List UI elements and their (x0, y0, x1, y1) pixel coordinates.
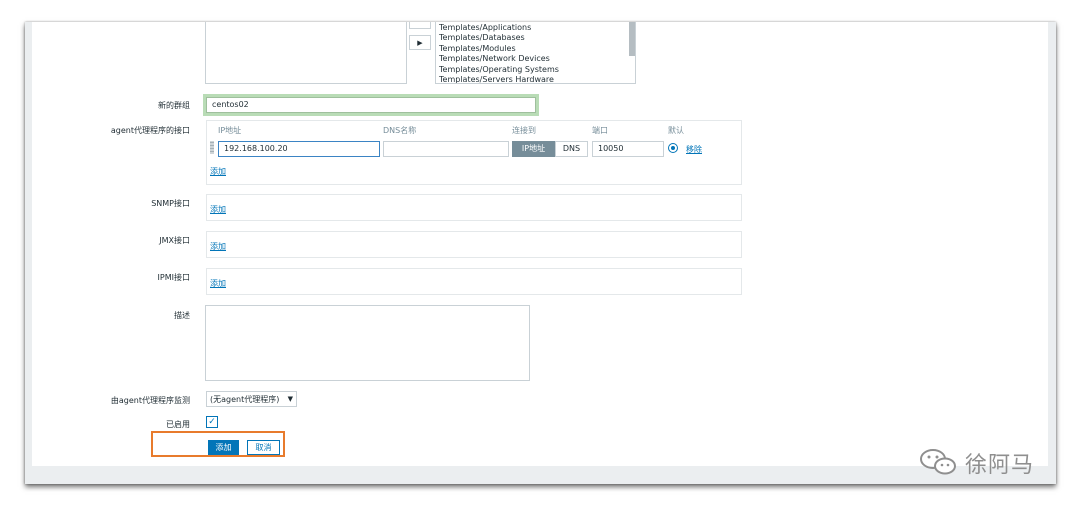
agent-add-link[interactable]: 添加 (210, 166, 226, 177)
proxy-select-value: (无agent代理程序) (210, 394, 280, 404)
host-form-panel: ▶ Templates/Applications Templates/Datab… (32, 22, 1048, 466)
snmp-add-link[interactable]: 添加 (210, 204, 226, 215)
move-up-button[interactable] (409, 22, 431, 29)
default-radio[interactable] (668, 143, 678, 153)
ipmi-box: 添加 (206, 268, 742, 295)
watermark: 徐阿马 (917, 445, 1045, 479)
col-dns-header: DNS名称 (383, 126, 417, 135)
monitored-by-label: 由agent代理程序监测 (110, 396, 190, 405)
col-default-header: 默认 (668, 126, 684, 135)
proxy-select[interactable]: (无agent代理程序) ▼ (206, 391, 297, 407)
triangle-right-icon: ▶ (417, 38, 423, 47)
new-group-input[interactable]: centos02 (206, 97, 536, 113)
col-port-header: 端口 (592, 126, 608, 135)
watermark-text: 徐阿马 (965, 453, 1035, 478)
connect-ip-toggle[interactable]: IP地址 (512, 141, 555, 157)
linked-templates-box[interactable] (205, 22, 407, 84)
add-button[interactable]: 添加 (208, 440, 239, 455)
templates-scrollbar[interactable] (629, 22, 635, 56)
available-templates-list[interactable]: Templates/Applications Templates/Databas… (435, 22, 636, 84)
chevron-down-icon: ▼ (287, 395, 293, 403)
template-item[interactable]: Templates/Network Devices (439, 54, 635, 64)
agent-interface-label: agent代理程序的接口 (110, 126, 190, 135)
snmp-box: 添加 (206, 194, 742, 221)
port-input[interactable]: 10050 (592, 141, 664, 157)
remove-interface-link[interactable]: 移除 (686, 144, 702, 155)
enabled-checkbox[interactable]: ✓ (206, 416, 218, 428)
ipmi-add-link[interactable]: 添加 (210, 278, 226, 289)
template-item[interactable]: Templates/Databases (439, 33, 635, 43)
ipmi-label: IPMI接口 (157, 273, 190, 282)
template-item[interactable]: Templates/Applications (439, 23, 635, 33)
template-item[interactable]: Templates/Operating Systems (439, 65, 635, 75)
ip-address-input[interactable]: 192.168.100.20 (218, 141, 380, 157)
description-label: 描述 (174, 311, 190, 320)
new-group-label: 新的群组 (158, 101, 190, 110)
col-ip-header: IP地址 (218, 126, 242, 135)
jmx-add-link[interactable]: 添加 (210, 241, 226, 252)
dns-name-input[interactable] (383, 141, 509, 157)
screenshot-frame: ▶ Templates/Applications Templates/Datab… (25, 22, 1056, 484)
description-textarea[interactable] (205, 305, 530, 381)
checkmark-icon: ✓ (208, 416, 216, 427)
connect-dns-toggle[interactable]: DNS (555, 141, 588, 157)
jmx-label: JMX接口 (159, 236, 190, 245)
jmx-box: 添加 (206, 231, 742, 258)
wechat-logo-icon (920, 449, 956, 475)
col-connect-header: 连接到 (512, 126, 536, 135)
template-item[interactable]: Templates/Modules (439, 44, 635, 54)
template-item[interactable]: Templates/Servers Hardware (439, 75, 635, 83)
move-right-button[interactable]: ▶ (409, 35, 431, 50)
enabled-label: 已启用 (166, 420, 190, 429)
agent-interface-box: IP地址 DNS名称 连接到 端口 默认 192.168.100.20 IP地址… (206, 120, 742, 185)
radio-dot-icon (671, 146, 675, 150)
snmp-label: SNMP接口 (151, 199, 190, 208)
cancel-button[interactable]: 取消 (247, 440, 280, 455)
drag-handle-icon[interactable] (210, 141, 214, 154)
